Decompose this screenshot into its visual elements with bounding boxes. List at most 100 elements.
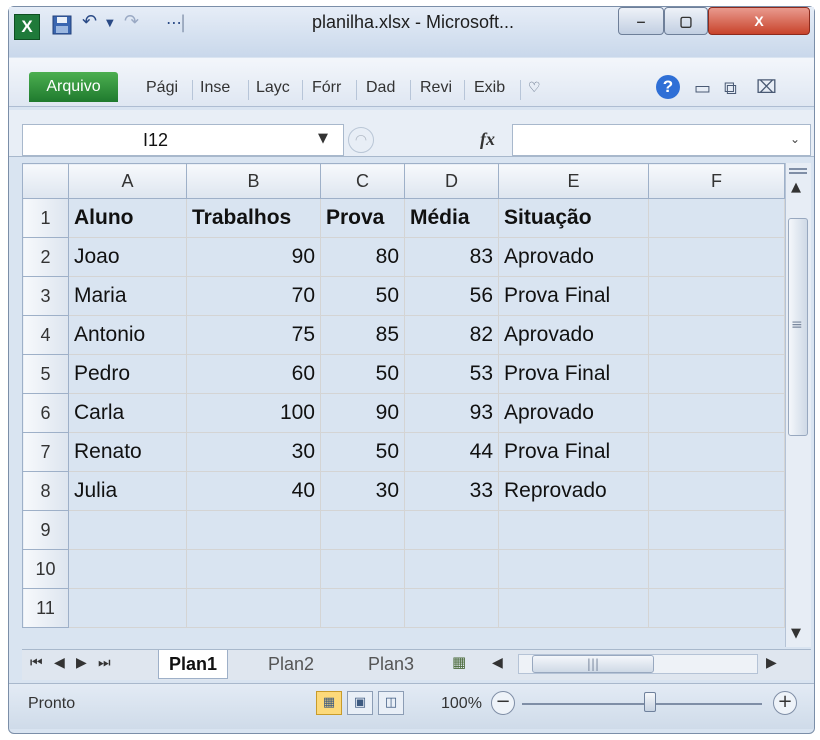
cell-a5[interactable]: Pedro xyxy=(68,354,187,394)
split-handle-icon[interactable] xyxy=(789,168,807,174)
cell-f2[interactable] xyxy=(648,237,785,277)
zoom-in-button[interactable]: + xyxy=(773,691,797,715)
excel-app-icon[interactable]: X xyxy=(14,14,40,40)
cell-c7[interactable]: 50 xyxy=(320,432,405,472)
cell-d3[interactable]: 56 xyxy=(404,276,499,316)
scroll-up-icon[interactable]: ▲ xyxy=(791,180,801,195)
zoom-slider-thumb[interactable] xyxy=(644,692,656,712)
spreadsheet-grid[interactable]: A B C D E F 1 Aluno Trabalhos Prova Médi… xyxy=(22,163,785,628)
cell-a1[interactable]: Aluno xyxy=(68,198,187,238)
tab-review[interactable]: Revi xyxy=(420,79,452,97)
ribbon-minimize-icon[interactable]: ▭ xyxy=(694,78,711,99)
cell-b7[interactable]: 30 xyxy=(186,432,321,472)
cell-a4[interactable]: Antonio xyxy=(68,315,187,355)
maximize-button[interactable]: ▢ xyxy=(664,7,708,35)
cell-c5[interactable]: 50 xyxy=(320,354,405,394)
cell-f6[interactable] xyxy=(648,393,785,433)
prev-sheet-icon[interactable]: ◀ xyxy=(54,655,65,671)
cell-e5[interactable]: Prova Final xyxy=(498,354,649,394)
cell-b5[interactable]: 60 xyxy=(186,354,321,394)
name-box-dropdown-icon[interactable]: ▼ xyxy=(318,131,328,146)
tab-formulas[interactable]: Fórr xyxy=(312,79,341,97)
cell-f8[interactable] xyxy=(648,471,785,511)
row-header[interactable]: 10 xyxy=(22,549,69,589)
cell-c8[interactable]: 30 xyxy=(320,471,405,511)
close-button[interactable]: X xyxy=(708,7,810,35)
row-header[interactable]: 8 xyxy=(22,471,69,511)
page-break-view-button[interactable]: ◫ xyxy=(378,691,404,715)
cell-b8[interactable]: 40 xyxy=(186,471,321,511)
cell-d7[interactable]: 44 xyxy=(404,432,499,472)
formula-input[interactable] xyxy=(512,124,811,156)
cell-d8[interactable]: 33 xyxy=(404,471,499,511)
cell-b2[interactable]: 90 xyxy=(186,237,321,277)
row-header[interactable]: 1 xyxy=(22,198,69,238)
column-header-a[interactable]: A xyxy=(68,163,187,199)
insert-function-icon[interactable]: fx xyxy=(480,129,495,150)
cell-c6[interactable]: 90 xyxy=(320,393,405,433)
cell-e8[interactable]: Reprovado xyxy=(498,471,649,511)
cell-d2[interactable]: 83 xyxy=(404,237,499,277)
redo-icon[interactable]: ↷ xyxy=(124,11,139,32)
next-sheet-icon[interactable]: ▶ xyxy=(76,655,87,671)
cell-c9[interactable] xyxy=(320,510,405,550)
cell-a11[interactable] xyxy=(68,588,187,628)
row-header[interactable]: 9 xyxy=(22,510,69,550)
cell-f5[interactable] xyxy=(648,354,785,394)
horizontal-scroll-thumb[interactable]: ||| xyxy=(532,655,654,673)
name-box[interactable] xyxy=(22,124,344,156)
cell-b11[interactable] xyxy=(186,588,321,628)
cell-b1[interactable]: Trabalhos xyxy=(186,198,321,238)
tab-insert[interactable]: Inse xyxy=(200,79,230,97)
sheet-tab-plan1[interactable]: Plan1 xyxy=(158,650,229,679)
normal-view-button[interactable]: ▦ xyxy=(316,691,342,715)
cell-d5[interactable]: 53 xyxy=(404,354,499,394)
row-header[interactable]: 6 xyxy=(22,393,69,433)
tab-data[interactable]: Dad xyxy=(366,79,395,97)
row-header[interactable]: 5 xyxy=(22,354,69,394)
cell-f10[interactable] xyxy=(648,549,785,589)
first-sheet-icon[interactable]: ⏮ xyxy=(30,655,43,671)
cell-c2[interactable]: 80 xyxy=(320,237,405,277)
cell-e1[interactable]: Situação xyxy=(498,198,649,238)
cell-d4[interactable]: 82 xyxy=(404,315,499,355)
cell-e7[interactable]: Prova Final xyxy=(498,432,649,472)
tab-file[interactable]: Arquivo xyxy=(29,72,118,102)
column-header-b[interactable]: B xyxy=(186,163,321,199)
cell-d9[interactable] xyxy=(404,510,499,550)
cell-e10[interactable] xyxy=(498,549,649,589)
minimize-ribbon-icon[interactable]: ♡ xyxy=(528,80,541,96)
cell-d11[interactable] xyxy=(404,588,499,628)
cell-b9[interactable] xyxy=(186,510,321,550)
last-sheet-icon[interactable]: ⏭ xyxy=(98,655,111,671)
cell-c10[interactable] xyxy=(320,549,405,589)
row-header[interactable]: 4 xyxy=(22,315,69,355)
cell-f9[interactable] xyxy=(648,510,785,550)
cell-c1[interactable]: Prova xyxy=(320,198,405,238)
cell-f1[interactable] xyxy=(648,198,785,238)
zoom-out-button[interactable]: − xyxy=(491,691,515,715)
row-header[interactable]: 3 xyxy=(22,276,69,316)
column-header-c[interactable]: C xyxy=(320,163,405,199)
sheet-tab-plan2[interactable]: Plan2 xyxy=(268,650,314,678)
minimize-button[interactable]: ‒ xyxy=(618,7,664,35)
cell-f7[interactable] xyxy=(648,432,785,472)
save-icon[interactable] xyxy=(52,15,72,40)
tab-layout[interactable]: Layc xyxy=(256,79,290,97)
cell-e3[interactable]: Prova Final xyxy=(498,276,649,316)
cell-a3[interactable]: Maria xyxy=(68,276,187,316)
select-all-corner[interactable] xyxy=(22,163,69,199)
cell-f11[interactable] xyxy=(648,588,785,628)
row-header[interactable]: 7 xyxy=(22,432,69,472)
cell-f3[interactable] xyxy=(648,276,785,316)
cell-e6[interactable]: Aprovado xyxy=(498,393,649,433)
cell-e4[interactable]: Aprovado xyxy=(498,315,649,355)
tab-view[interactable]: Exib xyxy=(474,79,505,97)
cell-a9[interactable] xyxy=(68,510,187,550)
row-header[interactable]: 11 xyxy=(22,588,69,628)
tab-scroll-left-icon[interactable]: ◀ xyxy=(492,655,503,671)
cell-a2[interactable]: Joao xyxy=(68,237,187,277)
cell-a8[interactable]: Julia xyxy=(68,471,187,511)
cell-e11[interactable] xyxy=(498,588,649,628)
cell-d6[interactable]: 93 xyxy=(404,393,499,433)
